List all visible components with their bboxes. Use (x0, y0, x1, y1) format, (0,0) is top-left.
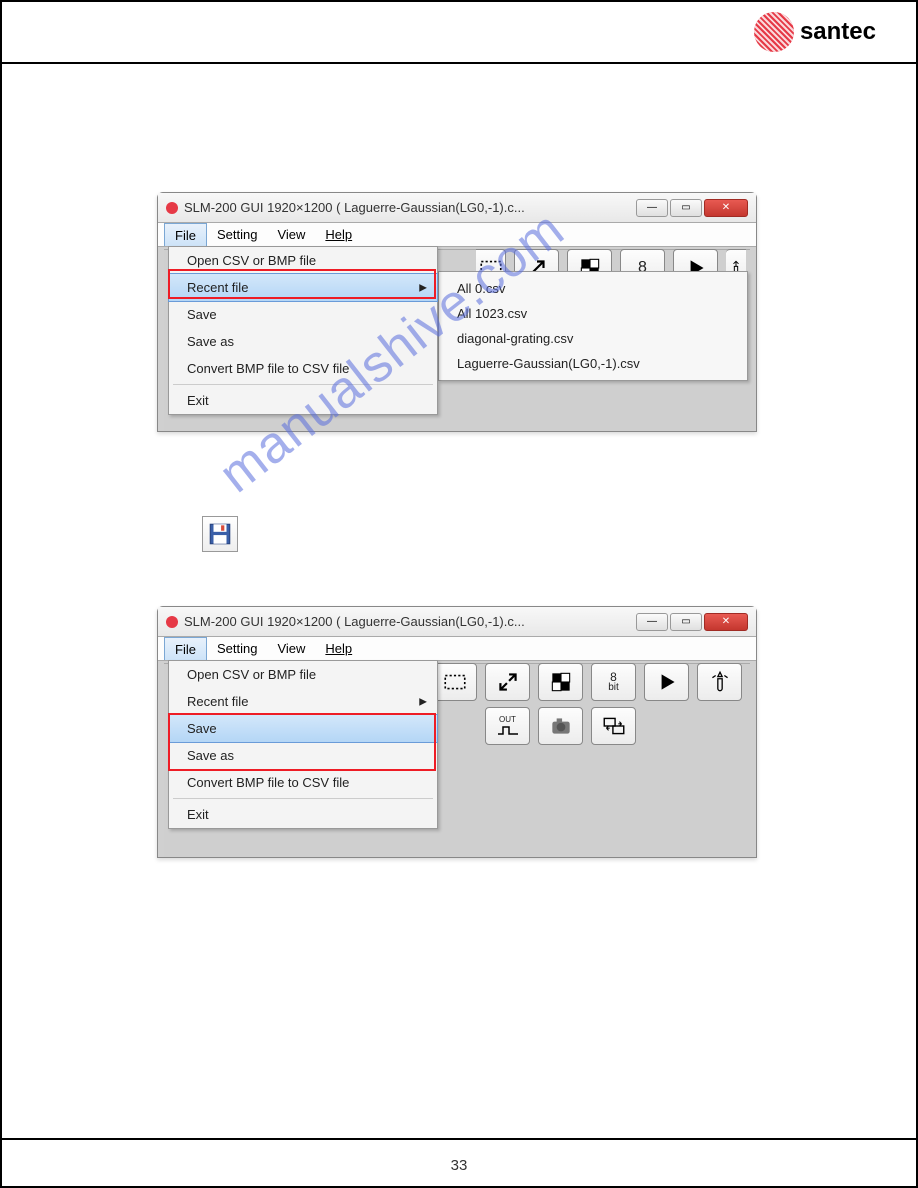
close-button[interactable]: ✕ (704, 613, 748, 631)
toolbar-screens-icon[interactable] (591, 707, 636, 745)
save-floppy-icon (202, 516, 238, 552)
toolbar-checker-icon[interactable] (538, 663, 583, 701)
toolbar-row-2: OUT (485, 707, 636, 745)
minimize-button[interactable]: — (636, 613, 668, 631)
menu-exit[interactable]: Exit (169, 801, 437, 828)
recent-file-4[interactable]: Laguerre-Gaussian(LG0,-1).csv (439, 351, 747, 376)
submenu-arrow-icon: ▶ (419, 696, 427, 707)
toolbar-out-icon[interactable]: OUT (485, 707, 530, 745)
menu-help[interactable]: Help (315, 223, 362, 246)
logo-text: santec (800, 18, 876, 46)
maximize-button[interactable]: ▭ (670, 613, 702, 631)
menu-recent-label: Recent file (187, 694, 248, 709)
titlebar: SLM-200 GUI 1920×1200 ( Laguerre-Gaussia… (158, 607, 756, 637)
menu-separator (173, 798, 433, 799)
recent-file-3[interactable]: diagonal-grating.csv (439, 326, 747, 351)
toolbar-out-label: OUT (499, 716, 516, 724)
toolbar-8bit-sub: bit (608, 683, 619, 693)
app-icon (166, 202, 178, 214)
window-controls: — ▭ ✕ (636, 199, 748, 217)
minimize-button[interactable]: — (636, 199, 668, 217)
menu-save[interactable]: Save (169, 301, 437, 328)
recent-file-1[interactable]: All 0.csv (439, 276, 747, 301)
recent-file-2[interactable]: All 1023.csv (439, 301, 747, 326)
app-icon (166, 616, 178, 628)
menu-open-csv-bmp[interactable]: Open CSV or BMP file (169, 661, 437, 688)
menu-open-csv-bmp[interactable]: Open CSV or BMP file (169, 247, 437, 274)
toolbar-resize-icon[interactable] (485, 663, 530, 701)
document-page: santec manualshive.com SLM-200 GUI 1920×… (0, 0, 918, 1188)
menu-recent-file[interactable]: Recent file ▶ (169, 688, 437, 715)
menu-setting[interactable]: Setting (207, 223, 267, 246)
menu-separator (173, 384, 433, 385)
menu-save-as[interactable]: Save as (169, 742, 437, 769)
santec-logo: santec (754, 12, 876, 52)
menu-save-as[interactable]: Save as (169, 328, 437, 355)
window-title: SLM-200 GUI 1920×1200 ( Laguerre-Gaussia… (184, 614, 636, 629)
app-window-2: SLM-200 GUI 1920×1200 ( Laguerre-Gaussia… (157, 606, 757, 858)
file-dropdown: Open CSV or BMP file Recent file ▶ Save … (168, 660, 438, 829)
toolbar-tap-icon[interactable] (697, 663, 742, 701)
toolbar-play-icon[interactable] (644, 663, 689, 701)
menu-setting[interactable]: Setting (207, 637, 267, 660)
submenu-arrow-icon: ▶ (419, 282, 427, 293)
menu-recent-file[interactable]: Recent file ▶ (168, 273, 438, 302)
window-controls: — ▭ ✕ (636, 613, 748, 631)
page-number: 33 (2, 1157, 916, 1174)
header-rule (2, 62, 916, 64)
menu-save[interactable]: Save (168, 714, 438, 743)
menu-view[interactable]: View (267, 637, 315, 660)
toolbar-camera-icon[interactable] (538, 707, 583, 745)
menu-convert[interactable]: Convert BMP file to CSV file (169, 769, 437, 796)
menu-recent-label: Recent file (187, 280, 248, 295)
recent-file-submenu: All 0.csv All 1023.csv diagonal-grating.… (438, 271, 748, 381)
app-window-1: SLM-200 GUI 1920×1200 ( Laguerre-Gaussia… (157, 192, 757, 432)
toolbar-dashed-icon[interactable] (432, 663, 477, 701)
toolbar-row-1: 8 bit (432, 663, 742, 701)
menu-file[interactable]: File (164, 223, 207, 246)
menu-file[interactable]: File (164, 637, 207, 660)
menu-exit[interactable]: Exit (169, 387, 437, 414)
menu-help[interactable]: Help (315, 637, 362, 660)
toolbar-8bit-button[interactable]: 8 bit (591, 663, 636, 701)
close-button[interactable]: ✕ (704, 199, 748, 217)
titlebar: SLM-200 GUI 1920×1200 ( Laguerre-Gaussia… (158, 193, 756, 223)
maximize-button[interactable]: ▭ (670, 199, 702, 217)
file-dropdown: Open CSV or BMP file Recent file ▶ Save … (168, 246, 438, 415)
menubar: File Setting View Help (158, 637, 756, 661)
menubar: File Setting View Help (158, 223, 756, 247)
menu-convert[interactable]: Convert BMP file to CSV file (169, 355, 437, 382)
menu-view[interactable]: View (267, 223, 315, 246)
window-title: SLM-200 GUI 1920×1200 ( Laguerre-Gaussia… (184, 200, 636, 215)
footer-rule (2, 1138, 916, 1140)
logo-mark-icon (754, 12, 794, 52)
